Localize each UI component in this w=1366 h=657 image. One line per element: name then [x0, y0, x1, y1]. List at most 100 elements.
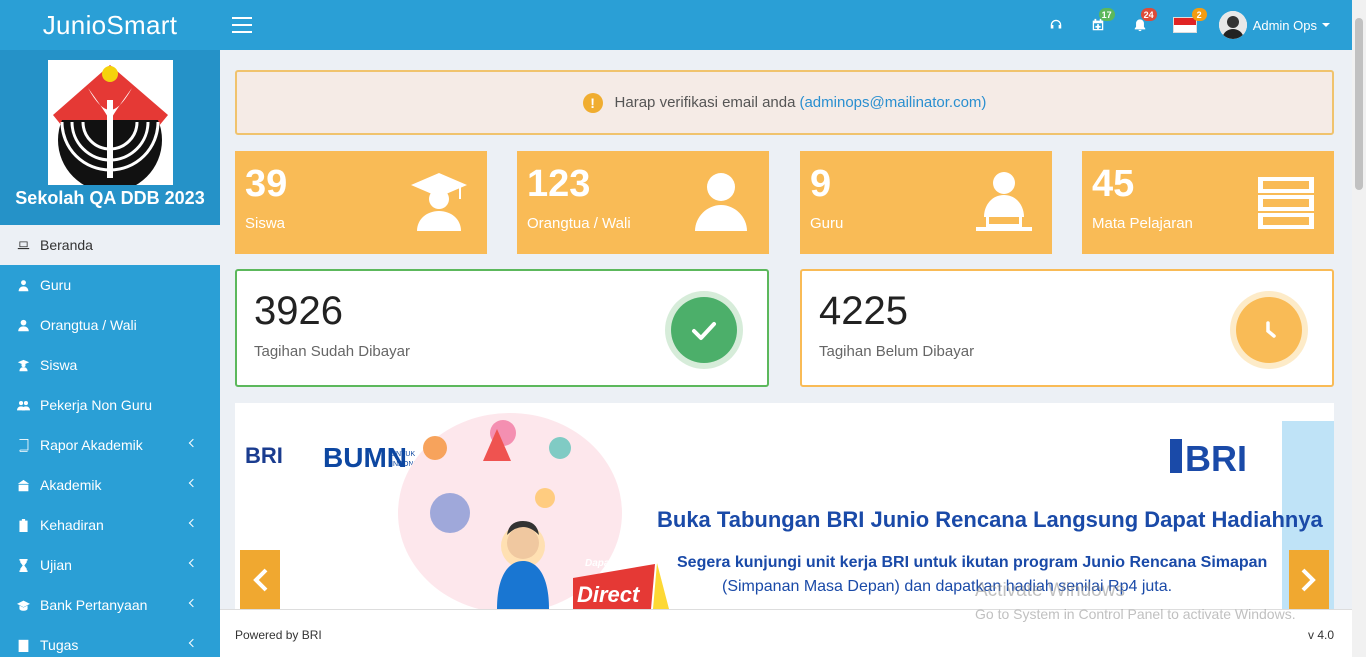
banner-headline: Buka Tabungan BRI Junio Rencana Langsung…	[657, 507, 1324, 532]
chevron-down-icon	[1322, 23, 1330, 27]
school-panel: Sekolah QA DDB 2023	[0, 50, 220, 225]
bill-unpaid-value: 4225	[819, 289, 908, 333]
sidebar-item-label: Bank Pertanyaan	[40, 597, 148, 613]
book-icon	[16, 438, 30, 452]
banner-logo-right: BRI	[1185, 438, 1247, 479]
chevron-left-icon	[188, 638, 198, 648]
promo-small-text: Dapatkan	[585, 558, 630, 569]
clock-icon	[1236, 297, 1302, 363]
stat-label: Mata Pelajaran	[1092, 215, 1193, 232]
avatar	[1218, 11, 1247, 39]
student-icon	[16, 358, 30, 372]
user-icon	[16, 318, 30, 332]
sidebar-item-label: Pekerja Non Guru	[40, 397, 153, 413]
stat-mata-pelajaran[interactable]: 45 Mata Pelajaran	[1082, 151, 1334, 254]
sidebar-item-kehadiran[interactable]: Kehadiran	[0, 505, 220, 545]
chevron-left-icon	[188, 518, 198, 528]
sidebar-item-label: Akademik	[40, 477, 102, 493]
laptop-icon	[16, 238, 30, 252]
app-logo[interactable]: JunioSmart	[0, 0, 220, 50]
sidebar-item-pekerja[interactable]: Pekerja Non Guru	[0, 385, 220, 425]
alert-email[interactable]: (adminops@mailinator.com)	[799, 94, 986, 111]
tasks-icon	[16, 638, 30, 652]
check-icon	[671, 297, 737, 363]
stat-siswa[interactable]: 39 Siswa	[235, 151, 487, 254]
graduate-icon	[407, 169, 471, 233]
books-icon	[1254, 169, 1318, 233]
notifications-badge: 24	[1140, 8, 1157, 21]
carousel-next-button[interactable]	[1289, 550, 1329, 609]
stat-guru[interactable]: 9 Guru	[800, 151, 1052, 254]
chevron-left-icon	[188, 598, 198, 608]
bill-paid-label: Tagihan Sudah Dibayar	[254, 343, 410, 360]
users-icon	[16, 398, 30, 412]
sidebar-item-beranda[interactable]: Beranda	[0, 225, 220, 265]
banner-logo-left: BRI	[245, 443, 283, 468]
banner-body-line1: Segera kunjungi unit kerja BRI untuk iku…	[677, 554, 1267, 571]
stat-value: 45	[1092, 163, 1135, 205]
sidebar-item-ujian[interactable]: Ujian	[0, 545, 220, 585]
chevron-left-icon	[188, 478, 198, 488]
sidebar-item-label: Guru	[40, 277, 72, 293]
calendar-badge: 17	[1098, 8, 1115, 21]
user-menu[interactable]: Admin Ops	[1209, 0, 1352, 50]
sidebar-item-guru[interactable]: Guru	[0, 265, 220, 305]
chevron-left-icon	[188, 438, 198, 448]
bill-paid-card[interactable]: 3926 Tagihan Sudah Dibayar	[235, 269, 769, 387]
stat-label: Orangtua / Wali	[527, 215, 631, 232]
bill-paid-value: 3926	[254, 289, 343, 333]
stat-value: 9	[810, 163, 832, 205]
stat-orangtua[interactable]: 123 Orangtua / Wali	[517, 151, 769, 254]
language-button[interactable]: 2	[1161, 0, 1209, 50]
calendar-button[interactable]: 17	[1077, 0, 1119, 50]
school-icon	[16, 478, 30, 492]
navbar-right: 17 24 2 Admin Ops	[1035, 0, 1352, 50]
indonesia-flag-icon	[1172, 17, 1197, 33]
sidebar-item-label: Siswa	[40, 357, 78, 373]
windows-watermark-title: Activate Windows	[975, 580, 1125, 601]
promo-banner-carousel: BRI BUMN UNTUK INDONESIA Dapatkan Direct…	[235, 403, 1334, 609]
chevron-left-icon	[188, 558, 198, 568]
notifications-button[interactable]: 24	[1119, 0, 1161, 50]
email-verification-alert: ! Harap verifikasi email anda (adminops@…	[235, 70, 1334, 135]
sidebar-item-orangtua[interactable]: Orangtua / Wali	[0, 305, 220, 345]
menu-toggle-button[interactable]	[232, 17, 252, 33]
sidebar-item-label: Kehadiran	[40, 517, 104, 533]
sidebar-item-rapor[interactable]: Rapor Akademik	[0, 425, 220, 465]
sidebar-item-bank-pertanyaan[interactable]: Bank Pertanyaan	[0, 585, 220, 625]
sidebar-item-label: Rapor Akademik	[40, 437, 143, 453]
stat-label: Guru	[810, 215, 844, 232]
headset-icon	[1050, 19, 1061, 29]
headset-button[interactable]	[1035, 0, 1077, 50]
windows-watermark-subtitle: Go to System in Control Panel to activat…	[975, 606, 1296, 622]
teacher-icon	[16, 278, 30, 292]
stat-value: 39	[245, 163, 288, 205]
user-name: Admin Ops	[1252, 17, 1317, 33]
page-scrollbar[interactable]	[1352, 0, 1366, 657]
sidebar-item-label: Tugas	[40, 637, 79, 653]
clipboard-icon	[16, 518, 30, 532]
promo-banner-image[interactable]: BRI BUMN UNTUK INDONESIA Dapatkan Direct…	[235, 403, 1334, 609]
bill-unpaid-label: Tagihan Belum Dibayar	[819, 343, 975, 360]
chevron-right-icon	[1301, 568, 1316, 591]
sidebar: Sekolah QA DDB 2023 Beranda Guru Orangtu…	[0, 50, 220, 657]
app-title: JunioSmart	[42, 9, 178, 40]
sidebar-item-siswa[interactable]: Siswa	[0, 345, 220, 385]
school-logo	[48, 60, 173, 185]
chevron-left-icon	[253, 568, 268, 591]
sidebar-item-label: Orangtua / Wali	[40, 317, 137, 333]
carousel-prev-button[interactable]	[240, 550, 280, 609]
scrollbar-thumb[interactable]	[1355, 18, 1363, 190]
hourglass-icon	[16, 558, 30, 572]
bill-unpaid-card[interactable]: 4225 Tagihan Belum Dibayar	[800, 269, 1334, 387]
promo-big-text: Direct	[577, 582, 641, 607]
footer-powered: Powered by BRI	[235, 628, 322, 642]
sidebar-item-tugas[interactable]: Tugas	[0, 625, 220, 657]
sidebar-item-akademik[interactable]: Akademik	[0, 465, 220, 505]
school-name: Sekolah QA DDB 2023	[15, 188, 205, 208]
stat-label: Siswa	[245, 215, 286, 232]
top-navbar: 17 24 2 Admin Ops	[220, 0, 1352, 50]
sidebar-item-label: Beranda	[40, 237, 93, 253]
warning-icon: !	[582, 92, 603, 113]
language-badge: 2	[1191, 8, 1207, 21]
